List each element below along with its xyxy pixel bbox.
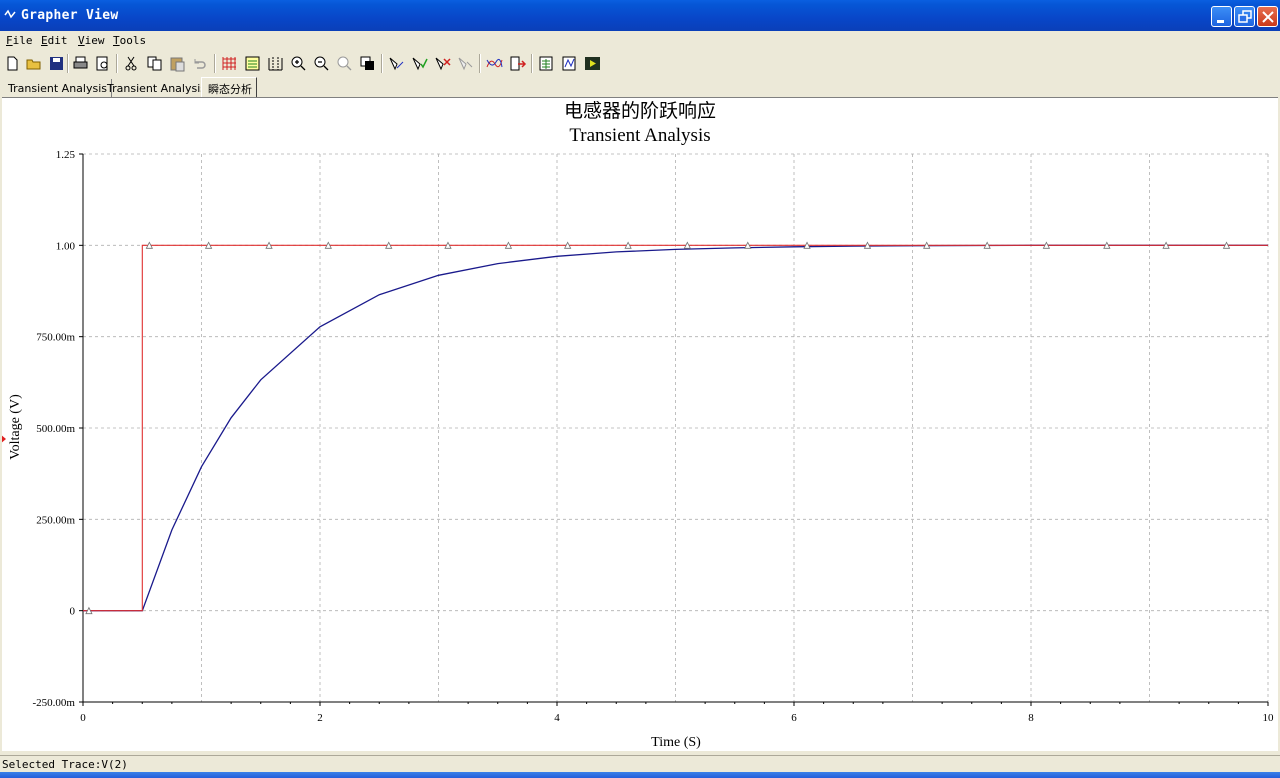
run-button[interactable]	[583, 54, 602, 73]
select-trace-button[interactable]	[387, 54, 406, 73]
save-icon	[50, 57, 63, 70]
tab-transient-analysis-1[interactable]: Transient Analysis	[2, 79, 112, 98]
x-tick-label: 0	[80, 712, 86, 724]
app-icon	[4, 9, 16, 19]
run-icon	[585, 57, 600, 70]
status-text: Selected Trace:V(2)	[2, 758, 128, 771]
excel-export-button[interactable]	[537, 54, 556, 73]
x-tick-label: 8	[1028, 712, 1034, 724]
paste-button[interactable]	[168, 54, 187, 73]
y-tick-label: 0	[70, 606, 76, 618]
disabled-trace-icon	[458, 57, 473, 71]
x-tick-label: 10	[1263, 712, 1275, 724]
cursors-icon	[268, 57, 283, 71]
measure-icon	[562, 56, 576, 71]
cut-button[interactable]	[122, 54, 141, 73]
toolbar	[0, 51, 1280, 76]
grid-button[interactable]	[220, 54, 239, 73]
chart-subtitle: Transient Analysis	[569, 125, 710, 146]
y-tick-label: 500.00m	[36, 423, 75, 435]
export-button[interactable]	[508, 54, 527, 73]
menu-view[interactable]: View	[78, 34, 105, 47]
y-tick-label: -250.00m	[33, 697, 76, 709]
zoom-full-icon	[337, 56, 352, 71]
chart-axes	[79, 153, 1269, 706]
measure-button[interactable]	[560, 54, 579, 73]
menu-bar: File Edit View Tools	[0, 31, 1280, 51]
transient-chart[interactable]: 1.25 1.00 750.00m 500.00m 250.00m 0 -250.00m 0…	[2, 98, 1278, 752]
excel-export-icon	[539, 56, 553, 71]
zoom-full-button[interactable]	[335, 54, 354, 73]
overlay-traces-button[interactable]	[485, 54, 504, 73]
chart-grid	[83, 153, 1269, 703]
zoom-out-button[interactable]	[312, 54, 331, 73]
cursors-button[interactable]	[266, 54, 285, 73]
cut-icon	[125, 56, 137, 71]
y-tick-label: 250.00m	[36, 514, 75, 526]
grid-icon	[222, 57, 236, 70]
undo-icon	[194, 59, 206, 69]
new-icon	[7, 56, 18, 71]
chart-title: 电感器的阶跃响应	[564, 100, 716, 122]
menu-tools[interactable]: Tools	[113, 34, 146, 47]
copy-icon	[147, 56, 162, 71]
y-axis-label: Voltage (V)	[8, 394, 23, 460]
overlay-traces-icon	[486, 58, 503, 68]
title-bar[interactable]: Grapher View	[0, 0, 1280, 31]
export-icon	[510, 56, 527, 71]
minimize-button[interactable]	[1211, 6, 1232, 27]
y-tick-label: 1.25	[56, 149, 76, 161]
open-button[interactable]	[25, 54, 44, 73]
x-tick-label: 4	[554, 712, 560, 724]
open-icon	[26, 59, 41, 70]
print-preview-button[interactable]	[93, 54, 112, 73]
close-icon	[1262, 11, 1274, 23]
menu-file[interactable]: File	[6, 34, 33, 47]
tab-transient-analysis-2[interactable]: Transient Analysis	[101, 79, 211, 98]
save-button[interactable]	[47, 54, 66, 73]
trace-check-button[interactable]	[410, 54, 429, 73]
grapher-window: Grapher View File Edit View Tools Transi…	[0, 0, 1280, 778]
print-icon	[73, 56, 88, 69]
restore-icon	[1238, 10, 1252, 23]
paste-icon	[170, 57, 185, 72]
toggle-bg-button[interactable]	[358, 54, 377, 73]
zoom-in-button[interactable]	[289, 54, 308, 73]
plot-area[interactable]: 1.25 1.00 750.00m 500.00m 250.00m 0 -250.00m 0…	[2, 97, 1278, 751]
disabled-trace-button[interactable]	[456, 54, 475, 73]
zoom-out-icon	[314, 56, 329, 71]
legend-button[interactable]	[243, 54, 262, 73]
undo-button[interactable]	[190, 54, 209, 73]
y-tick-label: 1.00	[56, 240, 76, 252]
copy-button[interactable]	[145, 54, 164, 73]
toggle-bg-icon	[360, 56, 374, 70]
zoom-in-icon	[291, 56, 306, 71]
close-button[interactable]	[1257, 6, 1278, 27]
new-button[interactable]	[3, 54, 22, 73]
y-tick-labels: 1.25 1.00 750.00m 500.00m 250.00m 0 -250.00m	[33, 149, 76, 709]
selected-trace-marker	[2, 435, 6, 443]
status-bar: Selected Trace:V(2)	[0, 755, 1280, 772]
print-button[interactable]	[71, 54, 90, 73]
x-tick-label: 6	[791, 712, 797, 724]
restore-button[interactable]	[1234, 6, 1255, 27]
legend-icon	[245, 56, 260, 71]
remove-trace-icon	[435, 57, 451, 71]
x-axis-label: Time (S)	[651, 735, 701, 750]
x-tick-label: 2	[317, 712, 323, 724]
trace-check-icon	[412, 57, 428, 71]
x-tick-labels: 0 2 4 6 8 10	[80, 712, 1274, 724]
window-title: Grapher View	[21, 8, 119, 23]
remove-trace-button[interactable]	[433, 54, 452, 73]
select-trace-icon	[389, 57, 404, 71]
menu-edit[interactable]: Edit	[41, 34, 68, 47]
print-preview-icon	[96, 56, 108, 71]
taskbar-strip	[0, 772, 1280, 778]
y-tick-label: 750.00m	[36, 332, 75, 344]
analysis-tabs: Transient Analysis Transient Analysis 瞬态…	[0, 77, 1280, 98]
tab-transient-analysis-cn[interactable]: 瞬态分析	[201, 77, 257, 98]
minimize-icon	[1217, 20, 1224, 23]
